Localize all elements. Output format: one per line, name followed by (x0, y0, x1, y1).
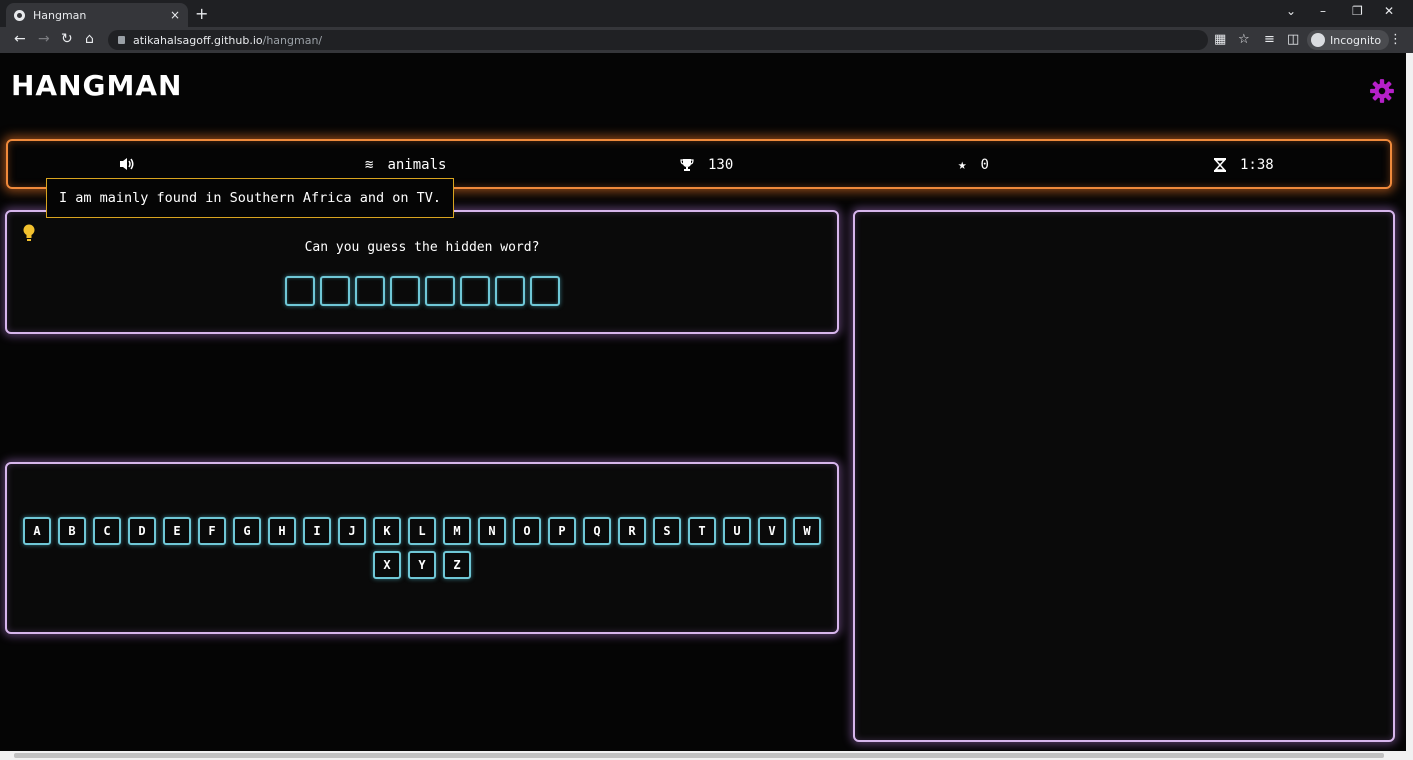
hangman-drawing-panel (853, 210, 1395, 742)
incognito-badge[interactable]: Incognito (1307, 30, 1390, 50)
score-stat: 130 (680, 157, 733, 173)
side-panel-icon[interactable]: ◫ (1287, 32, 1299, 47)
key-n[interactable]: N (478, 517, 506, 545)
key-p[interactable]: P (548, 517, 576, 545)
address-bar[interactable]: atikahalsagoff.github.io /hangman/ (108, 30, 1208, 50)
key-f[interactable]: F (198, 517, 226, 545)
lock-icon (118, 36, 125, 44)
key-h[interactable]: H (268, 517, 296, 545)
key-k[interactable]: K (373, 517, 401, 545)
horizontal-scrollbar[interactable] (0, 751, 1413, 760)
home-icon[interactable]: ⌂ (85, 31, 94, 47)
letter-slot (390, 276, 420, 306)
url-host: atikahalsagoff.github.io (133, 33, 263, 47)
speaker-icon (120, 158, 134, 170)
letter-slot (425, 276, 455, 306)
key-q[interactable]: Q (583, 517, 611, 545)
reading-list-icon[interactable]: ≡ (1264, 32, 1275, 47)
scrollbar-thumb[interactable] (14, 753, 1384, 758)
bookmark-star-icon[interactable]: ☆ (1238, 32, 1250, 47)
category-value: animals (387, 157, 447, 173)
restore-icon[interactable]: ❐ (1352, 4, 1363, 18)
page-title: HANGMAN (11, 69, 183, 102)
incognito-icon (1311, 33, 1325, 47)
key-e[interactable]: E (163, 517, 191, 545)
word-panel: Can you guess the hidden word? (5, 210, 839, 334)
reload-icon[interactable]: ↻ (61, 31, 73, 47)
sound-toggle[interactable] (119, 157, 135, 171)
stars-stat: ★ 0 (958, 157, 989, 173)
timer-value: 1:38 (1240, 157, 1274, 173)
key-t[interactable]: T (688, 517, 716, 545)
hangman-page: HANGMAN ≋ animals 130 ★ 0 1:38 Can you g… (0, 53, 1406, 751)
tab-close-button[interactable]: × (170, 8, 180, 22)
key-i[interactable]: I (303, 517, 331, 545)
url-path: /hangman/ (262, 33, 323, 47)
letter-slot (460, 276, 490, 306)
key-l[interactable]: L (408, 517, 436, 545)
letter-keyboard: ABCDEFGHIJKLMNOPQRSTUVW XYZ (7, 517, 837, 585)
timer-stat: 1:38 (1214, 157, 1274, 173)
word-slots (285, 276, 565, 306)
key-y[interactable]: Y (408, 551, 436, 579)
gear-icon[interactable] (1369, 78, 1395, 104)
key-v[interactable]: V (758, 517, 786, 545)
letter-slot (285, 276, 315, 306)
incognito-label: Incognito (1330, 33, 1382, 47)
letter-slot (495, 276, 525, 306)
vertical-scrollbar[interactable] (1406, 53, 1413, 751)
tab-search-icon[interactable]: ⌄ (1286, 4, 1296, 18)
key-u[interactable]: U (723, 517, 751, 545)
key-a[interactable]: A (23, 517, 51, 545)
stars-value: 0 (980, 157, 989, 173)
hourglass-icon (1214, 158, 1226, 172)
letter-slot (355, 276, 385, 306)
key-j[interactable]: J (338, 517, 366, 545)
key-w[interactable]: W (793, 517, 821, 545)
key-r[interactable]: R (618, 517, 646, 545)
score-value: 130 (708, 157, 734, 173)
tab-title: Hangman (33, 8, 87, 22)
word-prompt: Can you guess the hidden word? (304, 240, 540, 255)
letter-slot (320, 276, 350, 306)
forward-icon[interactable]: → (38, 31, 50, 47)
layers-icon: ≋ (365, 157, 374, 173)
browser-toolbar: ← → ↻ ⌂ atikahalsagoff.github.io /hangma… (0, 27, 1413, 53)
hint-tooltip: I am mainly found in Southern Africa and… (46, 178, 455, 218)
back-icon[interactable]: ← (14, 31, 26, 47)
trophy-icon (680, 159, 694, 171)
close-window-icon[interactable]: ✕ (1384, 4, 1394, 18)
keyboard-panel: ABCDEFGHIJKLMNOPQRSTUVW XYZ (5, 462, 839, 634)
browser-tab[interactable]: Hangman × (6, 3, 188, 27)
globe-icon (14, 9, 25, 21)
new-tab-button[interactable]: + (195, 4, 208, 23)
star-icon: ★ (958, 157, 967, 173)
key-x[interactable]: X (373, 551, 401, 579)
key-s[interactable]: S (653, 517, 681, 545)
browser-tab-bar: Hangman × + ⌄ – ❐ ✕ (0, 0, 1413, 27)
menu-kebab-icon[interactable]: ⋮ (1389, 32, 1402, 47)
letter-slot (530, 276, 560, 306)
category-stat[interactable]: ≋ animals (365, 157, 446, 173)
key-m[interactable]: M (443, 517, 471, 545)
key-b[interactable]: B (58, 517, 86, 545)
key-g[interactable]: G (233, 517, 261, 545)
key-o[interactable]: O (513, 517, 541, 545)
key-d[interactable]: D (128, 517, 156, 545)
minimize-icon[interactable]: – (1320, 4, 1326, 18)
key-c[interactable]: C (93, 517, 121, 545)
qr-code-icon[interactable]: ▦ (1214, 32, 1226, 47)
key-z[interactable]: Z (443, 551, 471, 579)
